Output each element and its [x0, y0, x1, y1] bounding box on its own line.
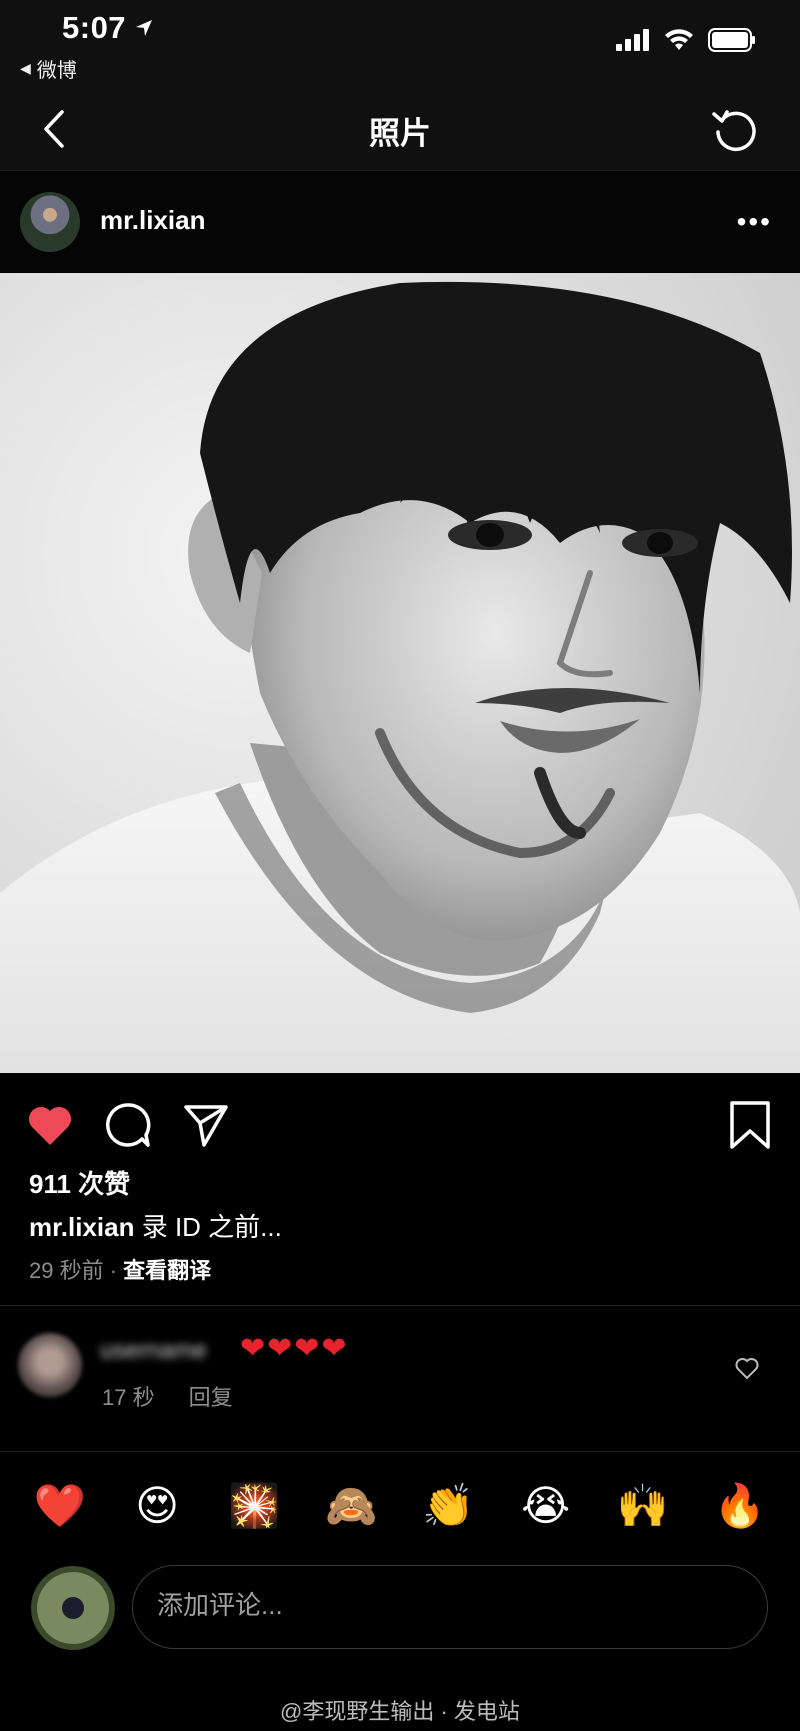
meta-separator: · — [109, 1258, 118, 1283]
caption-text: 录 ID 之前... — [141, 1212, 282, 1242]
reply-button[interactable]: 回复 — [189, 1380, 233, 1412]
heart-filled-icon[interactable] — [24, 1099, 76, 1151]
current-user-avatar — [31, 1566, 115, 1650]
emoji-fire[interactable]: 🔥 — [710, 1478, 770, 1534]
bookmark-icon[interactable] — [724, 1099, 776, 1151]
portrait-image — [0, 273, 800, 1073]
status-time-text: 5:07 — [62, 10, 127, 45]
comment-text: ❤❤❤❤ — [240, 1332, 349, 1365]
battery-icon — [708, 28, 755, 52]
watermark: @李现野生输出 · 发电站 — [280, 1699, 520, 1724]
back-to-app-link[interactable]: ◀ 微博 — [20, 54, 77, 83]
post-header: mr.lixian ••• — [0, 172, 800, 272]
status-bar: 5:07 ◀ 微博 — [0, 0, 800, 90]
wifi-icon — [665, 29, 693, 50]
comment-compose-box[interactable] — [132, 1565, 768, 1649]
refresh-icon[interactable] — [708, 102, 764, 158]
back-app-label: 微博 — [36, 60, 77, 82]
avatar[interactable] — [20, 192, 80, 252]
share-icon[interactable] — [180, 1099, 232, 1151]
emoji-see-no-evil[interactable]: 🙈 — [321, 1478, 381, 1534]
comment-heart-icon[interactable] — [734, 1355, 760, 1381]
post-meta: 29 秒前 · 查看翻译 — [29, 1253, 211, 1285]
likes-count[interactable]: 911 次赞 — [29, 1164, 130, 1201]
comment-time: 17 秒 — [102, 1385, 155, 1410]
more-options-icon[interactable]: ••• — [737, 206, 772, 238]
emoji-crying[interactable]: 😭 — [516, 1478, 576, 1534]
divider — [0, 1451, 800, 1452]
comment-icon[interactable] — [102, 1099, 154, 1151]
post-username[interactable]: mr.lixian — [100, 205, 206, 236]
emoji-quick-bar: ❤️ 😍 🎇 🙈 👏 😭 🙌 🔥 — [0, 1478, 800, 1534]
divider — [0, 1305, 800, 1306]
comment-meta: 17 秒 回复 — [102, 1380, 233, 1412]
emoji-raised-hands[interactable]: 🙌 — [613, 1478, 673, 1534]
emoji-fireworks[interactable]: 🎇 — [224, 1478, 284, 1534]
comment-username[interactable]: username — [100, 1337, 207, 1365]
comment-avatar[interactable] — [18, 1333, 82, 1397]
emoji-heart[interactable]: ❤️ — [30, 1478, 90, 1534]
caption: mr.lixian 录 ID 之前... — [29, 1207, 282, 1244]
emoji-heart-eyes[interactable]: 😍 — [127, 1478, 187, 1534]
system-icons — [616, 28, 756, 52]
page-title: 照片 — [369, 116, 431, 151]
post-time: 29 秒前 — [29, 1258, 104, 1283]
comment-input[interactable] — [157, 1590, 737, 1621]
see-translation-link[interactable]: 查看翻译 — [123, 1258, 211, 1283]
post-photo[interactable] — [0, 273, 800, 1073]
status-time: 5:07 — [62, 10, 154, 46]
emoji-clap[interactable]: 👏 — [419, 1478, 479, 1534]
caption-username[interactable]: mr.lixian — [29, 1212, 135, 1242]
navigation-bar: 照片 — [0, 90, 800, 171]
back-triangle-icon: ◀ — [20, 60, 31, 76]
location-arrow-icon — [136, 20, 153, 36]
signal-icon — [616, 29, 649, 51]
